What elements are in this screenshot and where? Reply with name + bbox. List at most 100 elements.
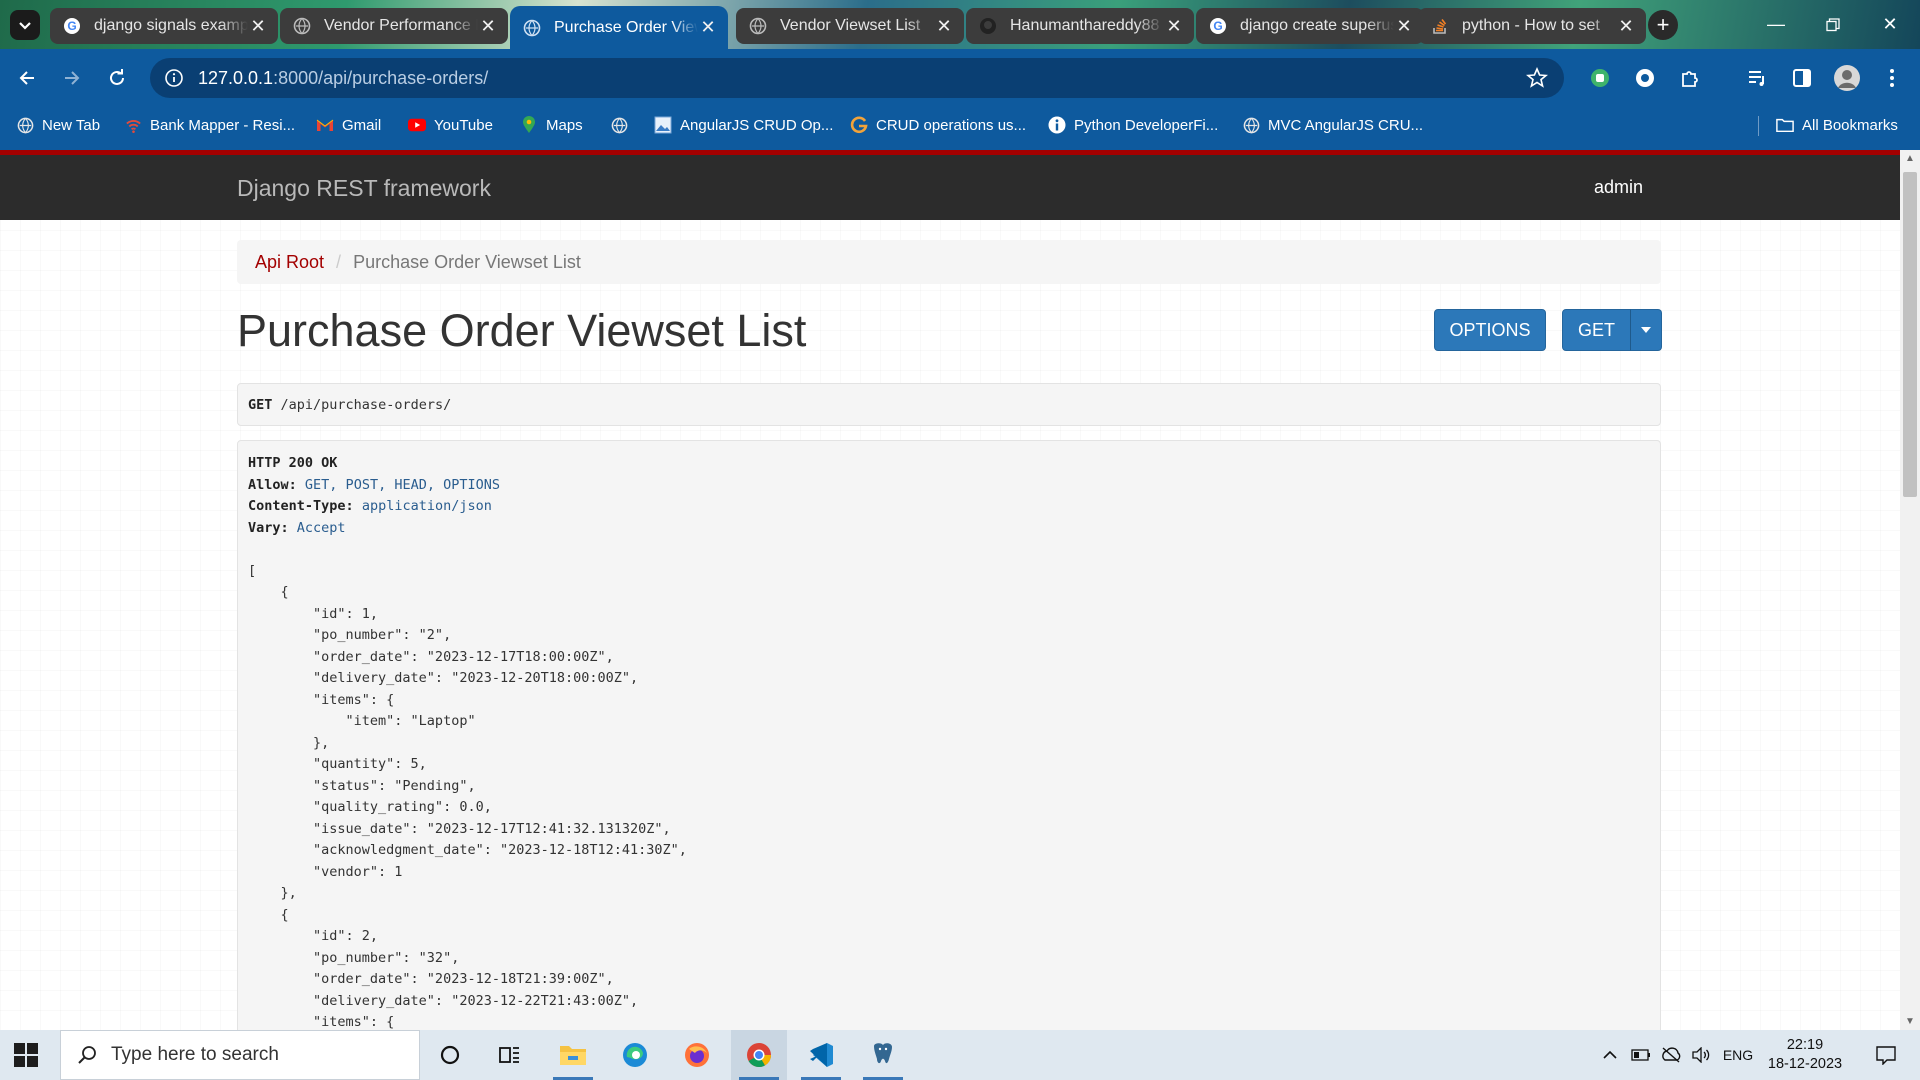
close-icon[interactable]: ✕	[1394, 16, 1414, 36]
bookmark-python-developer[interactable]: Python DeveloperFi...	[1048, 106, 1218, 144]
edge-button[interactable]	[607, 1030, 663, 1080]
bookmark-label: YouTube	[434, 116, 493, 134]
bookmark-bank-mapper[interactable]: Bank Mapper - Resi...	[124, 106, 295, 144]
chrome-button[interactable]	[731, 1030, 787, 1080]
tab-github-profile[interactable]: Hanumanthareddy88 ✕	[966, 8, 1194, 44]
cortana-icon	[440, 1045, 460, 1065]
tab-django-superuser[interactable]: G django create superuser ✕	[1196, 8, 1424, 44]
extension-icon	[1591, 69, 1609, 87]
bookmark-new-tab[interactable]: New Tab	[16, 106, 100, 144]
tab-purchase-order-viewset[interactable]: Purchase Order Viewset List ✕	[510, 6, 728, 49]
response-status: HTTP 200 OK	[248, 455, 338, 471]
reload-button[interactable]	[102, 63, 132, 93]
bookmark-crud-operations[interactable]: CRUD operations us...	[850, 106, 1026, 144]
restore-button[interactable]	[1805, 0, 1861, 49]
notifications-button[interactable]	[1866, 1030, 1906, 1080]
vscode-icon	[810, 1043, 833, 1067]
scroll-down-icon[interactable]: ▼	[1905, 1016, 1915, 1027]
extension-white-button[interactable]	[1630, 63, 1660, 93]
search-icon	[78, 1046, 96, 1064]
site-info-icon[interactable]	[164, 68, 184, 88]
address-bar[interactable]: 127.0.0.1:8000/api/purchase-orders/	[150, 58, 1564, 98]
options-button[interactable]: OPTIONS	[1434, 309, 1546, 351]
bookmark-youtube[interactable]: YouTube	[408, 106, 493, 144]
json-line: "item": "Laptop"	[248, 713, 476, 729]
minimize-button[interactable]: —	[1748, 0, 1804, 49]
json-line: "acknowledgment_date": "2023-12-18T12:41…	[248, 842, 687, 858]
tab-title: python - How to set	[1462, 17, 1600, 34]
task-view-button[interactable]	[482, 1030, 538, 1080]
tab-title: django signals example	[94, 17, 248, 34]
plus-icon: +	[1656, 12, 1670, 37]
drf-brand-link[interactable]: Django REST framework	[237, 175, 491, 202]
firefox-button[interactable]	[669, 1030, 725, 1080]
bookmark-angularjs-crud[interactable]: AngularJS CRUD Op...	[654, 106, 833, 144]
bookmark-label: MVC AngularJS CRU...	[1268, 116, 1424, 134]
forward-button[interactable]	[57, 63, 87, 93]
windows-start-icon[interactable]	[14, 1043, 38, 1067]
bookmark-maps[interactable]: Maps	[520, 106, 583, 144]
json-line: "status": "Pending",	[248, 777, 476, 794]
json-line: "po_number": "2",	[248, 627, 452, 643]
close-icon[interactable]: ✕	[1616, 16, 1636, 36]
extensions-button[interactable]	[1675, 63, 1705, 93]
response-info: HTTP 200 OK Allow: GET, POST, HEAD, OPTI…	[237, 440, 1661, 1030]
globe-icon	[748, 16, 768, 36]
tab-search-button[interactable]	[10, 10, 40, 40]
response-header: Content-Type: application/json	[248, 498, 492, 514]
close-icon: ✕	[1882, 14, 1898, 34]
page-scrollbar[interactable]: ▲ ▼	[1900, 150, 1920, 1030]
network-button[interactable]	[1656, 1030, 1686, 1080]
close-icon[interactable]: ✕	[1164, 16, 1184, 36]
pgadmin-button[interactable]	[855, 1030, 911, 1080]
firefox-icon	[685, 1043, 709, 1067]
scrollbar-thumb[interactable]	[1903, 172, 1917, 497]
tab-title: Purchase Order Viewset List	[554, 18, 698, 36]
close-window-button[interactable]: ✕	[1862, 0, 1918, 49]
get-button[interactable]: GET	[1562, 309, 1631, 351]
profile-button[interactable]	[1832, 63, 1862, 93]
tab-django-signals[interactable]: G django signals example ✕	[50, 8, 278, 44]
close-icon[interactable]: ✕	[934, 16, 954, 36]
bookmark-gmail[interactable]: Gmail	[316, 106, 381, 144]
svg-text:G: G	[1213, 19, 1222, 33]
show-hidden-icons-button[interactable]	[1596, 1030, 1624, 1080]
back-button[interactable]	[12, 63, 42, 93]
json-line: [	[248, 562, 257, 579]
url-host: 127.0.0.1	[198, 67, 274, 88]
taskbar-search-box[interactable]: Type here to search	[60, 1030, 420, 1080]
response-header: Allow: GET, POST, HEAD, OPTIONS	[248, 476, 500, 493]
cortana-button[interactable]	[422, 1030, 478, 1080]
media-controls-button[interactable]	[1742, 63, 1772, 93]
new-tab-button[interactable]: +	[1648, 10, 1678, 40]
menu-button[interactable]	[1877, 63, 1907, 93]
close-icon[interactable]: ✕	[478, 16, 498, 36]
battery-icon	[1631, 1049, 1650, 1061]
input-language[interactable]: ENG	[1718, 1030, 1758, 1080]
scroll-up-icon[interactable]: ▲	[1905, 153, 1915, 164]
breadcrumb-separator: /	[336, 251, 342, 272]
bookmark-mvc-angularjs[interactable]: MVC AngularJS CRU...	[1242, 106, 1423, 144]
bookmark-globe[interactable]	[610, 106, 636, 144]
system-clock[interactable]: 22:19 18-12-2023	[1755, 1036, 1855, 1074]
chrome-icon	[747, 1043, 771, 1068]
bookmark-label: Bank Mapper - Resi...	[150, 116, 296, 134]
close-icon[interactable]: ✕	[698, 17, 718, 38]
close-icon[interactable]: ✕	[248, 16, 268, 36]
tab-vendor-viewset[interactable]: Vendor Viewset List ✕	[736, 8, 964, 44]
breadcrumb-api-root[interactable]: Api Root	[255, 252, 324, 273]
star-icon[interactable]	[1526, 67, 1548, 89]
tab-vendor-performance[interactable]: Vendor Performance Metrics ✕	[280, 8, 508, 44]
image-icon	[654, 116, 672, 134]
all-bookmarks-button[interactable]: All Bookmarks	[1776, 106, 1898, 144]
file-explorer-button[interactable]	[545, 1030, 601, 1080]
side-panel-button[interactable]	[1787, 63, 1817, 93]
battery-button[interactable]	[1626, 1030, 1656, 1080]
user-menu[interactable]: admin	[1594, 177, 1643, 198]
extension-green-button[interactable]	[1585, 63, 1615, 93]
get-format-dropdown[interactable]	[1630, 309, 1662, 351]
vscode-button[interactable]	[793, 1030, 849, 1080]
volume-button[interactable]	[1686, 1030, 1716, 1080]
tab-stackoverflow[interactable]: python - How to set ✕	[1418, 8, 1646, 44]
